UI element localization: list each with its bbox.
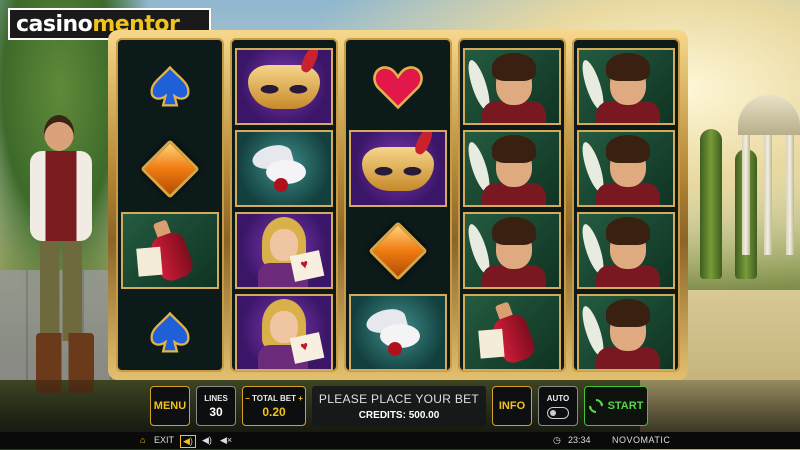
auto-button[interactable]: AUTO [538, 386, 578, 426]
lines-display: LINES 30 [196, 386, 236, 426]
mute-icon[interactable]: ◀× [220, 435, 232, 446]
symbol-romeo [463, 212, 561, 289]
romeo-icon [579, 133, 666, 205]
clock-icon: ◷ [553, 435, 561, 445]
dove-icon [248, 140, 320, 192]
symbol-romeo [577, 212, 675, 289]
start-button[interactable]: START [584, 386, 648, 426]
cypress-tree [700, 129, 722, 279]
venetian-mask-icon [248, 64, 320, 109]
romeo-character [22, 115, 112, 400]
symbol-blue-spade [121, 294, 219, 371]
symbol-blue-spade [121, 48, 219, 125]
reel-grid [108, 30, 688, 380]
juliet-icon [244, 215, 325, 287]
romeo-icon [579, 297, 666, 369]
bet-decrease-button[interactable]: − [245, 394, 250, 403]
reel-1 [116, 38, 224, 372]
symbol-orange-diamond [349, 212, 447, 289]
message-panel: PLEASE PLACE YOUR BET CREDITS: 500.00 [312, 386, 486, 426]
symbol-romeo [577, 48, 675, 125]
blue-spade-icon [150, 65, 190, 107]
auto-toggle-icon [547, 406, 569, 419]
menu-button[interactable]: MENU [150, 386, 190, 426]
total-bet-label: − TOTAL BET + [245, 394, 303, 403]
heart-icon [373, 65, 423, 109]
symbol-dove-with-rose [349, 294, 447, 371]
bet-prompt-message: PLEASE PLACE YOUR BET [318, 391, 480, 406]
symbol-romeo [463, 130, 561, 207]
start-label: START [607, 400, 644, 412]
symbol-potion-bottle [121, 212, 219, 289]
bet-increase-button[interactable]: + [298, 394, 303, 403]
novomatic-brand: NOVOMATIC [612, 435, 671, 445]
bottom-status-bar: ⌂ EXIT ◀) ◀) ◀× ◷ 23:34 NOVOMATIC [0, 432, 800, 449]
autoplay-sound-icon[interactable]: ◀) [180, 435, 196, 448]
romeo-icon [465, 215, 552, 287]
symbol-venetian-mask [235, 48, 333, 125]
total-bet-control: − TOTAL BET + 0.20 [242, 386, 306, 426]
romeo-icon [465, 133, 552, 205]
orange-diamond-icon [368, 220, 428, 281]
juliet-icon [244, 297, 325, 369]
symbol-ruby-heart [349, 48, 447, 125]
info-button[interactable]: INFO [492, 386, 532, 426]
reel-5 [572, 38, 680, 372]
gazebo-temple [730, 95, 800, 285]
romeo-icon [579, 51, 666, 123]
symbol-potion-bottle [463, 294, 561, 371]
dove-icon [362, 304, 434, 356]
sound-icon[interactable]: ◀) [202, 435, 212, 446]
exit-button[interactable]: EXIT [154, 435, 174, 445]
lines-value: 30 [209, 404, 223, 419]
symbol-venetian-mask [349, 130, 447, 207]
total-bet-label-text: TOTAL BET [252, 393, 296, 403]
symbol-romeo [577, 294, 675, 371]
symbol-romeo [463, 48, 561, 125]
reel-2 [230, 38, 338, 372]
spin-arrows-icon [588, 399, 603, 413]
symbol-dove-with-rose [235, 130, 333, 207]
credits-display: CREDITS: 500.00 [358, 409, 440, 421]
potion-bottle-icon [136, 214, 201, 287]
auto-label: AUTO [546, 393, 570, 403]
blue-spade-icon [150, 311, 190, 353]
romeo-icon [465, 51, 552, 123]
symbol-orange-diamond [121, 130, 219, 207]
potion-bottle-icon [478, 296, 543, 369]
lines-label: LINES [204, 393, 228, 403]
home-icon[interactable]: ⌂ [140, 435, 145, 445]
logo-text-casino: casino [16, 11, 93, 37]
symbol-romeo [577, 130, 675, 207]
symbol-juliet [235, 294, 333, 371]
total-bet-value: 0.20 [262, 404, 286, 419]
orange-diamond-icon [140, 138, 200, 199]
reel-3 [344, 38, 452, 372]
clock-time: 23:34 [568, 435, 591, 445]
romeo-icon [579, 215, 666, 287]
reel-4 [458, 38, 566, 372]
venetian-mask-icon [362, 146, 434, 191]
symbol-juliet [235, 212, 333, 289]
